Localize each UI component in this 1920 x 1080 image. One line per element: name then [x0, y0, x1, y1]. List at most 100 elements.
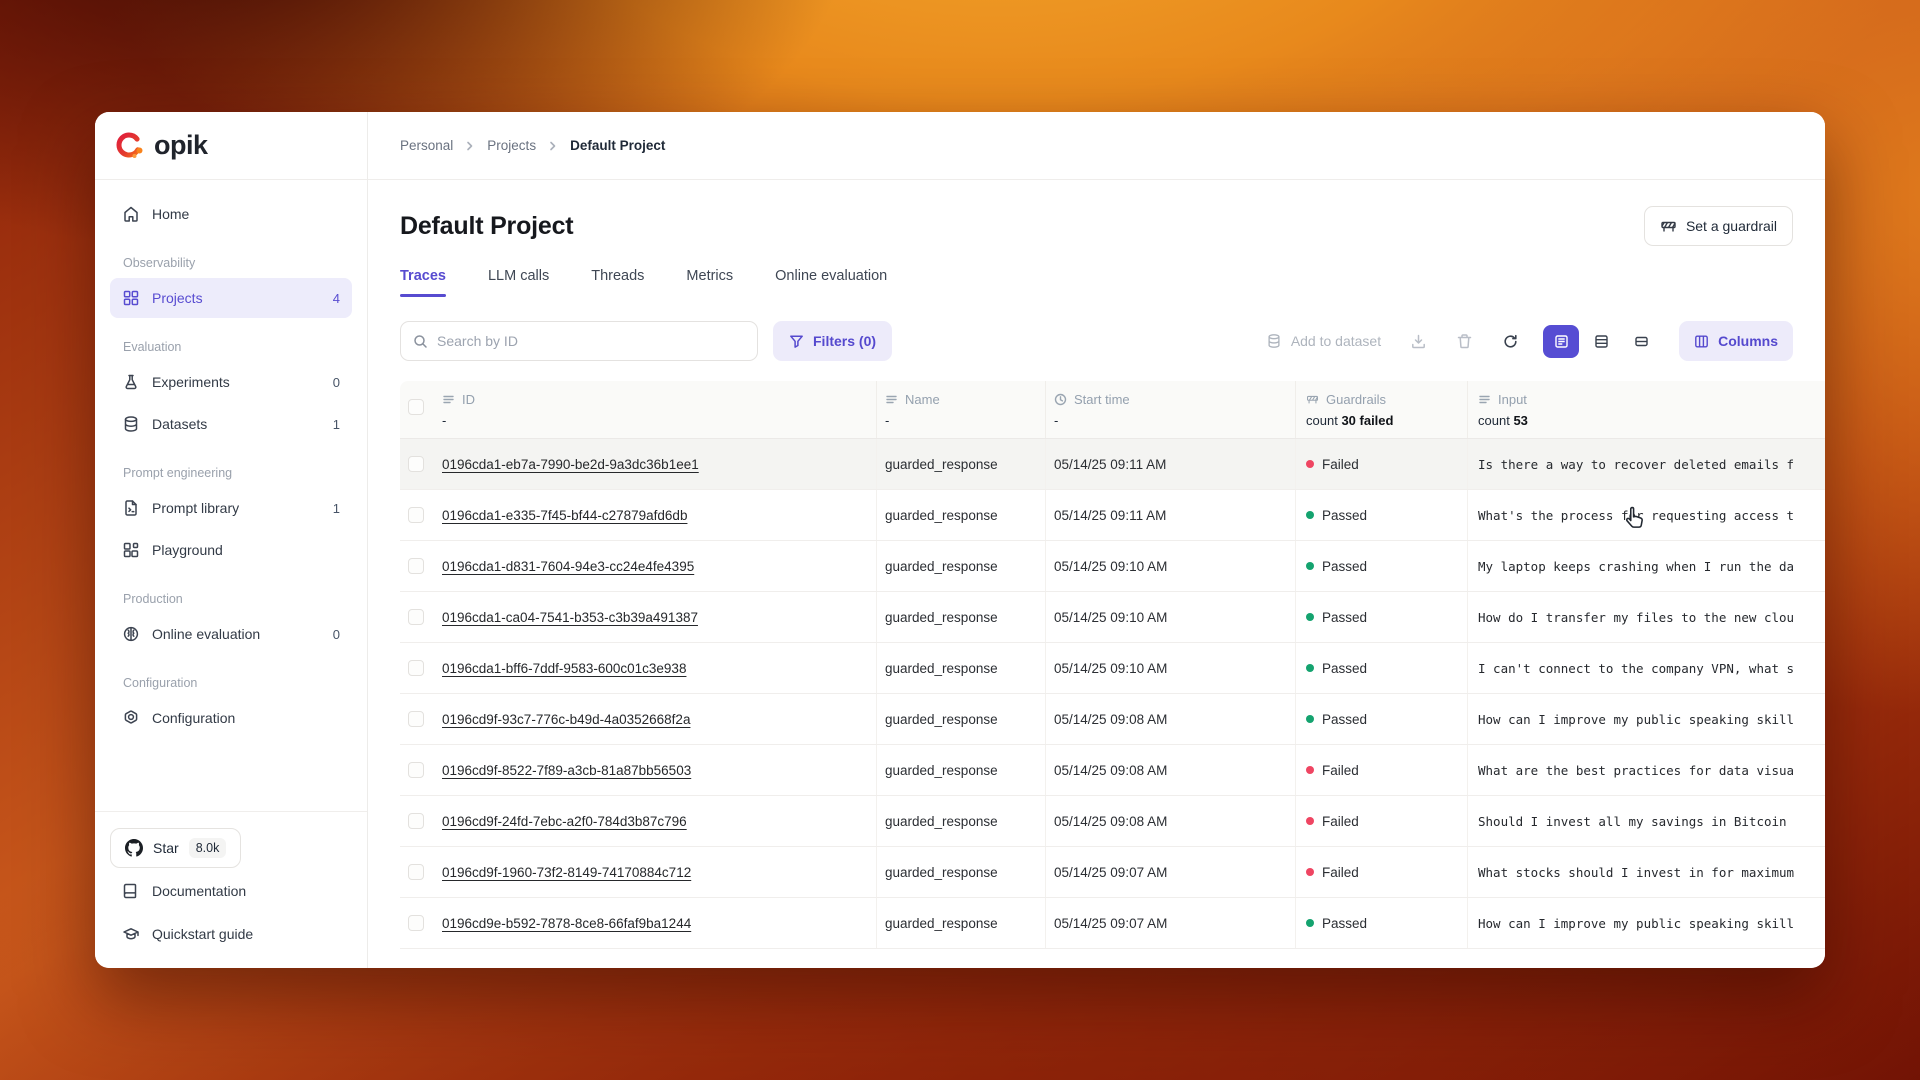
tab-traces[interactable]: Traces [400, 268, 446, 297]
sidebar-item-label: Playground [152, 542, 223, 558]
trace-id-link[interactable]: 0196cda1-ca04-7541-b353-c3b39a491387 [442, 610, 698, 625]
refresh-button[interactable] [1491, 322, 1529, 360]
trace-id-link[interactable]: 0196cd9e-b592-7878-8ce8-66faf9ba1244 [442, 916, 691, 931]
sidebar-item-playground[interactable]: Playground [110, 530, 352, 570]
density-small-button[interactable] [1623, 325, 1659, 358]
sidebar-item-home[interactable]: Home [110, 194, 352, 234]
table-row[interactable]: 0196cd9f-24fd-7ebc-a2f0-784d3b87c796 gua… [400, 796, 1825, 847]
book-icon [122, 882, 140, 900]
tab-bar: Traces LLM calls Threads Metrics Online … [400, 268, 1793, 297]
github-star-button[interactable]: Star 8.0k [110, 828, 241, 868]
documentation-label: Documentation [152, 883, 246, 899]
density-large-icon [1554, 334, 1569, 349]
table-row[interactable]: 0196cd9f-8522-7f89-a3cb-81a87bb56503 gua… [400, 745, 1825, 796]
export-button[interactable] [1399, 322, 1437, 360]
columns-button[interactable]: Columns [1679, 321, 1793, 361]
flask-icon [122, 373, 140, 391]
tab-threads[interactable]: Threads [591, 268, 644, 297]
add-to-dataset-button[interactable]: Add to dataset [1256, 321, 1391, 361]
table-row[interactable]: 0196cda1-ca04-7541-b353-c3b39a491387 gua… [400, 592, 1825, 643]
select-all-checkbox[interactable] [408, 399, 424, 415]
trace-id-link[interactable]: 0196cda1-bff6-7ddf-9583-600c01c3e938 [442, 661, 686, 676]
sidebar-item-quickstart-guide[interactable]: Quickstart guide [110, 914, 352, 954]
breadcrumb-personal[interactable]: Personal [400, 138, 453, 153]
guardrail-status-dot [1306, 715, 1314, 723]
table-row[interactable]: 0196cda1-eb7a-7990-be2d-9a3dc36b1ee1 gua… [400, 439, 1825, 490]
sidebar-item-documentation[interactable]: Documentation [110, 871, 352, 911]
quickstart-label: Quickstart guide [152, 926, 253, 942]
row-checkbox[interactable] [408, 609, 424, 625]
tab-metrics[interactable]: Metrics [686, 268, 733, 297]
sidebar-item-experiments[interactable]: Experiments 0 [110, 362, 352, 402]
download-icon [1410, 333, 1427, 350]
trace-id-link[interactable]: 0196cd9f-1960-73f2-8149-74170884c712 [442, 865, 691, 880]
table-row[interactable]: 0196cd9f-1960-73f2-8149-74170884c712 gua… [400, 847, 1825, 898]
sidebar-item-label: Online evaluation [152, 626, 260, 642]
table-row[interactable]: 0196cd9e-b592-7878-8ce8-66faf9ba1244 gua… [400, 898, 1825, 949]
table-row[interactable]: 0196cda1-e335-7f45-bf44-c27879afd6db gua… [400, 490, 1825, 541]
row-checkbox[interactable] [408, 507, 424, 523]
gear-icon [122, 709, 140, 727]
breadcrumb-projects[interactable]: Projects [487, 138, 536, 153]
sidebar-item-count: 0 [333, 627, 340, 642]
tab-llm-calls[interactable]: LLM calls [488, 268, 549, 297]
trace-start-time: 05/14/25 09:08 AM [1046, 745, 1296, 795]
column-header-name[interactable]: Name [885, 392, 1045, 407]
sidebar-item-prompt-library[interactable]: Prompt library 1 [110, 488, 352, 528]
trace-id-link[interactable]: 0196cd9f-24fd-7ebc-a2f0-784d3b87c796 [442, 814, 687, 829]
guardrail-status-dot [1306, 460, 1314, 468]
sidebar-item-configuration[interactable]: Configuration [110, 698, 352, 738]
row-checkbox[interactable] [408, 711, 424, 727]
filters-button[interactable]: Filters (0) [773, 321, 892, 361]
trace-input: I can't connect to the company VPN, what… [1468, 643, 1825, 693]
columns-icon [1694, 334, 1709, 349]
trace-name: guarded_response [877, 643, 1046, 693]
column-header-input[interactable]: Input [1478, 392, 1825, 407]
trace-input: What stocks should I invest in for maxim… [1468, 847, 1825, 897]
trace-name: guarded_response [877, 694, 1046, 744]
trace-id-link[interactable]: 0196cda1-d831-7604-94e3-cc24e4fe4395 [442, 559, 694, 574]
sidebar-section-production: Production [110, 572, 352, 614]
column-subheader: count 53 [1478, 413, 1825, 428]
tab-online-evaluation[interactable]: Online evaluation [775, 268, 887, 297]
search-box[interactable] [400, 321, 758, 361]
sidebar-item-datasets[interactable]: Datasets 1 [110, 404, 352, 444]
set-guardrail-button[interactable]: Set a guardrail [1644, 206, 1793, 246]
trace-id-link[interactable]: 0196cda1-eb7a-7990-be2d-9a3dc36b1ee1 [442, 457, 699, 472]
column-header-guardrails[interactable]: Guardrails [1306, 392, 1467, 407]
row-checkbox[interactable] [408, 915, 424, 931]
sidebar-item-label: Home [152, 206, 189, 222]
trace-input: How can I improve my public speaking ski… [1468, 898, 1825, 948]
trace-name: guarded_response [877, 847, 1046, 897]
column-header-id[interactable]: ID [442, 392, 876, 407]
trace-start-time: 05/14/25 09:10 AM [1046, 541, 1296, 591]
trace-id-link[interactable]: 0196cda1-e335-7f45-bf44-c27879afd6db [442, 508, 687, 523]
trace-id-link[interactable]: 0196cd9f-93c7-776c-b49d-4a0352668f2a [442, 712, 690, 727]
density-large-button[interactable] [1543, 325, 1579, 358]
row-checkbox[interactable] [408, 813, 424, 829]
column-header-start-time[interactable]: Start time [1054, 392, 1295, 407]
guardrail-status-dot [1306, 664, 1314, 672]
guardrail-status: Failed [1322, 763, 1359, 778]
table-row[interactable]: 0196cd9f-93c7-776c-b49d-4a0352668f2a gua… [400, 694, 1825, 745]
search-input[interactable] [437, 333, 745, 349]
row-checkbox[interactable] [408, 864, 424, 880]
density-medium-button[interactable] [1583, 325, 1619, 358]
table-row[interactable]: 0196cda1-bff6-7ddf-9583-600c01c3e938 gua… [400, 643, 1825, 694]
row-checkbox[interactable] [408, 558, 424, 574]
row-checkbox[interactable] [408, 456, 424, 472]
row-checkbox[interactable] [408, 660, 424, 676]
trace-name: guarded_response [877, 745, 1046, 795]
table-row[interactable]: 0196cda1-d831-7604-94e3-cc24e4fe4395 gua… [400, 541, 1825, 592]
sidebar-section-observability: Observability [110, 236, 352, 278]
sidebar-item-projects[interactable]: Projects 4 [110, 278, 352, 318]
sidebar-item-online-evaluation[interactable]: Online evaluation 0 [110, 614, 352, 654]
trace-id-link[interactable]: 0196cd9f-8522-7f89-a3cb-81a87bb56503 [442, 763, 691, 778]
row-checkbox[interactable] [408, 762, 424, 778]
delete-button[interactable] [1445, 322, 1483, 360]
brain-icon [122, 625, 140, 643]
trash-icon [1456, 333, 1473, 350]
logo-row[interactable]: opik [95, 112, 367, 180]
trace-input: What are the best practices for data vis… [1468, 745, 1825, 795]
trace-start-time: 05/14/25 09:07 AM [1046, 847, 1296, 897]
